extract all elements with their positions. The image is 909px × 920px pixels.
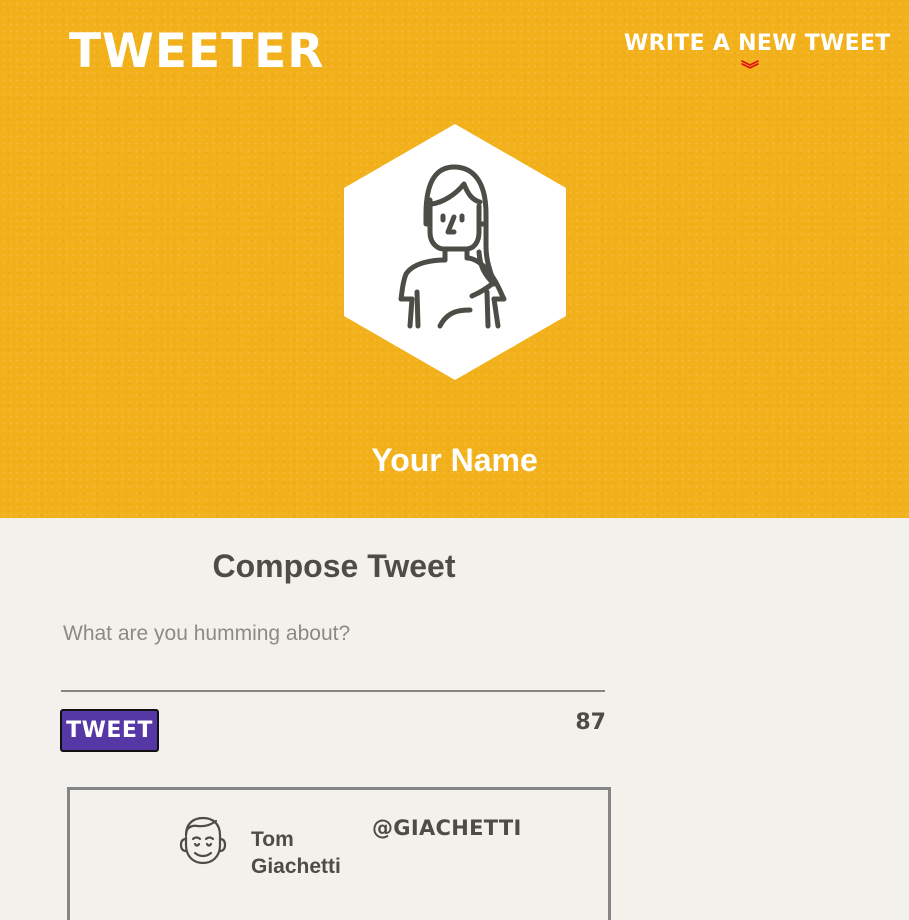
tweet-submit-button[interactable]: TWEET bbox=[60, 709, 159, 752]
hero-header: TWEETER WRITE A NEW TWEET ︾ Your Name bbox=[0, 0, 909, 518]
page: TWEETER WRITE A NEW TWEET ︾ Your Name Co… bbox=[0, 0, 909, 920]
compose-title: Compose Tweet bbox=[212, 548, 456, 584]
profile-avatar-hexagon bbox=[344, 124, 566, 380]
compose-tweet-input[interactable] bbox=[61, 612, 605, 692]
brand-logo[interactable]: TWEETER bbox=[69, 28, 324, 75]
tweet-card: Tom Giachetti @GIACHETTI bbox=[67, 787, 611, 920]
write-new-tweet-link[interactable]: WRITE A NEW TWEET bbox=[624, 33, 891, 55]
character-counter: 87 bbox=[575, 710, 606, 735]
man-avatar-icon bbox=[178, 815, 228, 867]
tweet-author-handle: @GIACHETTI bbox=[372, 816, 522, 840]
hexagon-frame bbox=[344, 124, 566, 380]
chevron-double-down-icon[interactable]: ︾ bbox=[741, 62, 759, 80]
profile-name: Your Name bbox=[371, 442, 538, 478]
tweet-author-name: Tom Giachetti bbox=[251, 828, 341, 878]
